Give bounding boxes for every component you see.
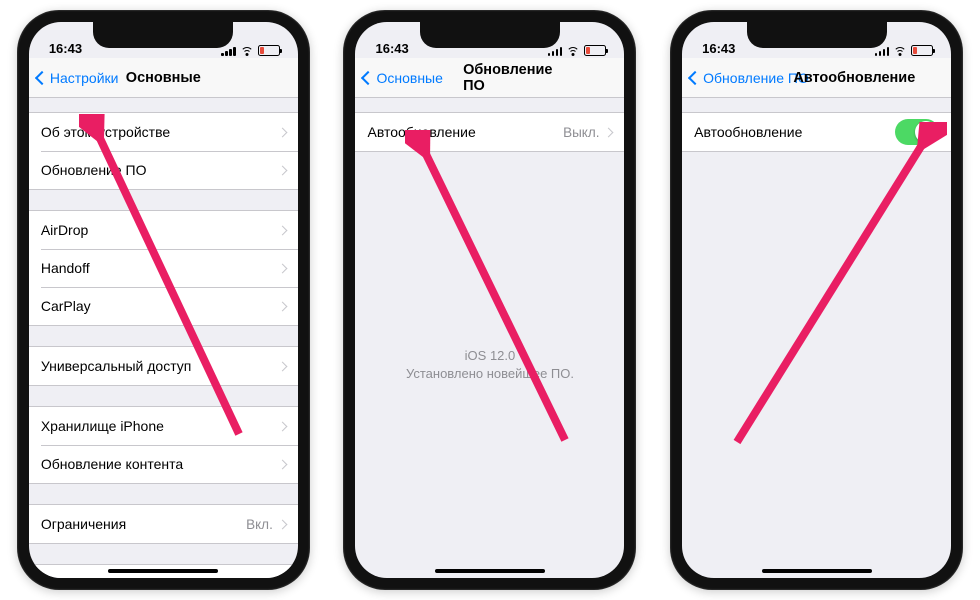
chevron-right-icon [277, 127, 287, 137]
phone-frame: 16:43 Основные Обновление ПО Автообновле… [343, 10, 636, 590]
wifi-icon [566, 46, 580, 56]
row-value: Выкл. [563, 125, 599, 140]
screen: 16:43 Основные Обновление ПО Автообновле… [355, 22, 624, 578]
status-indicators [548, 45, 607, 56]
notch [93, 22, 233, 48]
chevron-right-icon [277, 361, 287, 371]
row-label: Об этом устройстве [41, 124, 279, 140]
row-about-device[interactable]: Об этом устройстве [29, 113, 298, 151]
row-value: Вкл. [246, 517, 273, 532]
home-indicator[interactable] [108, 569, 218, 573]
phone-frame: 16:43 Обновление ПО Автообновление Автоо… [670, 10, 963, 590]
nav-title: Основные [126, 70, 201, 86]
row-label: Обновление ПО [41, 162, 279, 178]
back-button[interactable]: Обновление ПО [688, 70, 808, 86]
update-content: Автообновление Выкл. iOS 12.0 Установлен… [355, 98, 624, 578]
chevron-right-icon [277, 301, 287, 311]
nav-bar: Настройки Основные [29, 58, 298, 98]
auto-update-content: Автообновление [682, 98, 951, 578]
settings-group: Об этом устройстве Обновление ПО [29, 112, 298, 190]
chevron-left-icon [361, 70, 375, 84]
row-label: Автообновление [694, 124, 895, 140]
update-status-line: Установлено новейшее ПО. [406, 365, 574, 383]
chevron-left-icon [35, 70, 49, 84]
chevron-right-icon [277, 519, 287, 529]
row-label: Handoff [41, 260, 279, 276]
wifi-icon [240, 46, 254, 56]
battery-icon [911, 45, 933, 56]
nav-bar: Обновление ПО Автообновление [682, 58, 951, 98]
chevron-right-icon [277, 421, 287, 431]
settings-content[interactable]: Об этом устройстве Обновление ПО AirDrop… [29, 98, 298, 578]
home-indicator[interactable] [435, 569, 545, 573]
settings-group: Хранилище iPhone Обновление контента [29, 406, 298, 484]
cellular-icon [548, 46, 563, 56]
status-time: 16:43 [702, 41, 735, 56]
status-wrap: iOS 12.0 Установлено новейшее ПО. [355, 152, 624, 578]
nav-bar: Основные Обновление ПО [355, 58, 624, 98]
row-auto-update-toggle[interactable]: Автообновление [682, 113, 951, 151]
row-carplay[interactable]: CarPlay [29, 287, 298, 325]
status-time: 16:43 [375, 41, 408, 56]
ios-version: iOS 12.0 [406, 347, 574, 365]
notch [747, 22, 887, 48]
update-status-text: iOS 12.0 Установлено новейшее ПО. [386, 347, 594, 383]
settings-group: Автообновление [682, 112, 951, 152]
back-button[interactable]: Основные [361, 70, 442, 86]
chevron-right-icon [277, 225, 287, 235]
row-restrictions[interactable]: Ограничения Вкл. [29, 505, 298, 543]
battery-icon [258, 45, 280, 56]
back-label: Настройки [50, 70, 119, 86]
row-background-refresh[interactable]: Обновление контента [29, 445, 298, 483]
settings-group: AirDrop Handoff CarPlay [29, 210, 298, 326]
phone-frame: 16:43 Настройки Основные Об этом устройс… [17, 10, 310, 590]
chevron-right-icon [277, 459, 287, 469]
row-label: Ограничения [41, 516, 246, 532]
status-indicators [221, 45, 280, 56]
row-label: Универсальный доступ [41, 358, 279, 374]
row-software-update[interactable]: Обновление ПО [29, 151, 298, 189]
nav-title: Обновление ПО [463, 62, 571, 94]
row-label: Хранилище iPhone [41, 418, 279, 434]
chevron-right-icon [277, 165, 287, 175]
screen: 16:43 Обновление ПО Автообновление Автоо… [682, 22, 951, 578]
nav-title: Автообновление [793, 70, 915, 86]
notch [420, 22, 560, 48]
screen: 16:43 Настройки Основные Об этом устройс… [29, 22, 298, 578]
row-handoff[interactable]: Handoff [29, 249, 298, 287]
cellular-icon [875, 46, 890, 56]
row-accessibility[interactable]: Универсальный доступ [29, 347, 298, 385]
wifi-icon [893, 46, 907, 56]
status-time: 16:43 [49, 41, 82, 56]
settings-group: Ограничения Вкл. [29, 504, 298, 544]
home-indicator[interactable] [762, 569, 872, 573]
row-label: Дата и время [41, 576, 279, 578]
chevron-left-icon [688, 70, 702, 84]
toggle-switch-on[interactable] [895, 119, 939, 145]
chevron-right-icon [277, 263, 287, 273]
row-auto-update[interactable]: Автообновление Выкл. [355, 113, 624, 151]
settings-group: Автообновление Выкл. [355, 112, 624, 152]
chevron-right-icon [604, 127, 614, 137]
battery-icon [584, 45, 606, 56]
cellular-icon [221, 46, 236, 56]
settings-group: Универсальный доступ [29, 346, 298, 386]
row-label: AirDrop [41, 222, 279, 238]
row-airdrop[interactable]: AirDrop [29, 211, 298, 249]
row-label: Автообновление [367, 124, 563, 140]
status-indicators [875, 45, 934, 56]
back-button[interactable]: Настройки [35, 70, 119, 86]
row-iphone-storage[interactable]: Хранилище iPhone [29, 407, 298, 445]
row-label: Обновление контента [41, 456, 279, 472]
row-label: CarPlay [41, 298, 279, 314]
back-label: Основные [376, 70, 442, 86]
